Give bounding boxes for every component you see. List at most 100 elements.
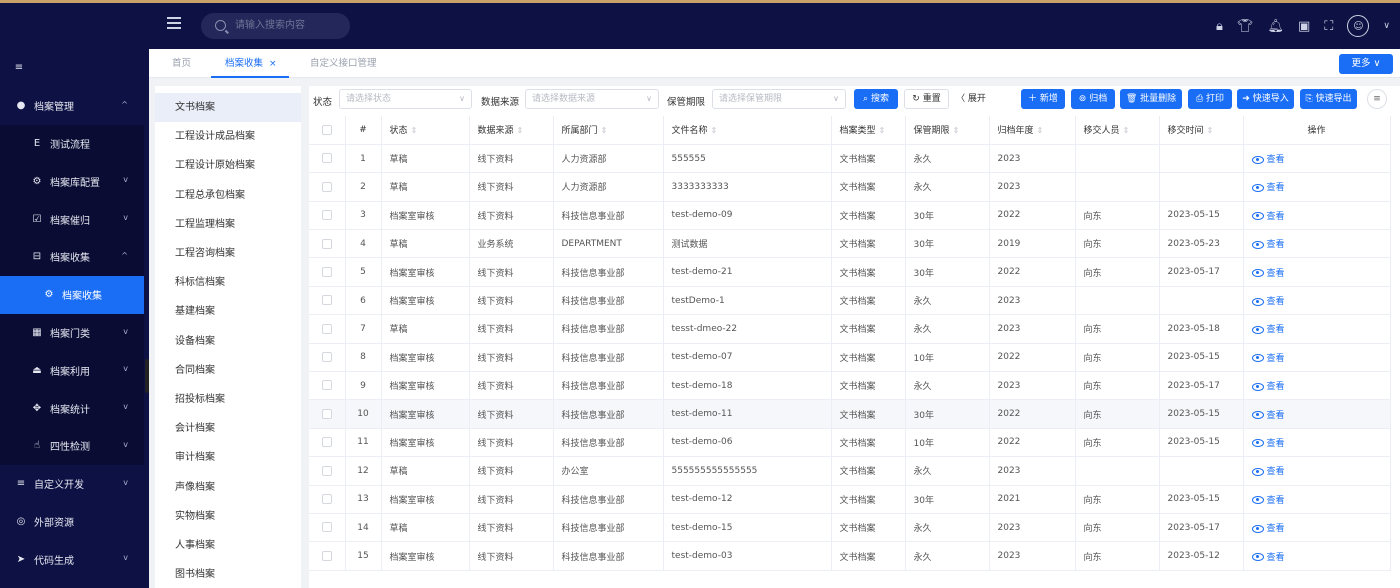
col-archive-type[interactable]: 档案类型 ⇕: [831, 116, 906, 145]
add-button[interactable]: ＋ 新增: [1021, 89, 1065, 109]
sidebar-item-9[interactable]: ☝ 四性检测 v: [0, 426, 144, 465]
row-checkbox[interactable]: [309, 399, 346, 429]
sidebar-item-2[interactable]: ⚙ 档案库配置 v: [0, 162, 144, 201]
table-row[interactable]: 9 档案室审核 线下资料 科技信息事业部 test-demo-18 文书档案 永久 2023 向…: [309, 371, 1391, 401]
view-button[interactable]: 查看: [1243, 257, 1391, 287]
row-checkbox[interactable]: [309, 371, 346, 401]
view-button[interactable]: 查看: [1243, 201, 1391, 231]
status-select[interactable]: 请选择状态 ∨: [339, 89, 472, 109]
view-button[interactable]: 查看: [1243, 286, 1391, 316]
fullscreen-icon[interactable]: ⛶: [1324, 19, 1333, 34]
category-item[interactable]: 合同档案: [155, 356, 301, 385]
source-select[interactable]: 请选择数据来源 ∨: [525, 89, 659, 109]
archive-button[interactable]: ⊚ 归档: [1071, 89, 1115, 109]
row-checkbox[interactable]: [309, 172, 346, 202]
row-checkbox[interactable]: [309, 144, 346, 174]
category-item[interactable]: 招投标档案: [155, 385, 301, 414]
category-item[interactable]: 工程监理档案: [155, 210, 301, 239]
category-item[interactable]: 人事档案: [155, 531, 301, 560]
row-checkbox[interactable]: [309, 201, 346, 231]
sidebar-item-11[interactable]: ◎ 外部资源: [0, 503, 144, 541]
table-row[interactable]: 1 草稿 线下资料 人力资源部 555555 文书档案 永久 2023 查看: [309, 144, 1391, 174]
view-button[interactable]: 查看: [1243, 428, 1391, 458]
category-item[interactable]: 会计档案: [155, 414, 301, 443]
more-button[interactable]: 更多 ∨: [1339, 54, 1393, 74]
view-button[interactable]: 查看: [1243, 541, 1391, 571]
category-item[interactable]: 工程设计原始档案: [155, 151, 301, 180]
global-search-input[interactable]: 请输入搜索内容: [201, 13, 350, 39]
shirt-icon[interactable]: 👕︎: [1237, 19, 1254, 34]
period-select[interactable]: 请选择保管期限 ∨: [712, 89, 846, 109]
lock-icon[interactable]: 🔒︎: [1216, 19, 1223, 34]
category-item[interactable]: 工程设计成品档案: [155, 122, 301, 151]
row-checkbox[interactable]: [309, 314, 346, 344]
category-item[interactable]: 文书档案: [155, 93, 301, 122]
tab-custom-api[interactable]: 自定义接口管理: [310, 49, 377, 78]
menu-toggle-icon[interactable]: [167, 17, 181, 29]
print-button[interactable]: ⎙ 打印: [1188, 89, 1232, 109]
sidebar-item-0[interactable]: ● 档案管理 ^: [0, 87, 144, 125]
sidebar-item-7[interactable]: ⏏ 档案利用 v: [0, 351, 144, 390]
close-icon[interactable]: ×: [269, 59, 277, 69]
sidebar-item-1[interactable]: E 测试流程: [0, 124, 144, 163]
category-item[interactable]: 声像档案: [155, 473, 301, 502]
col-source[interactable]: 数据来源 ⇕: [469, 116, 554, 145]
table-row[interactable]: 6 档案室审核 线下资料 科技信息事业部 testDemo-1 文书档案 永久 2023 查看: [309, 286, 1391, 316]
column-settings-icon[interactable]: ≡: [1367, 89, 1387, 109]
category-item[interactable]: 科标信档案: [155, 268, 301, 297]
expand-button[interactable]: 〈 展开: [956, 89, 986, 109]
row-checkbox[interactable]: [309, 541, 346, 571]
sidebar-item-8[interactable]: ✥ 档案统计 v: [0, 389, 144, 427]
table-row[interactable]: 2 草稿 线下资料 人力资源部 3333333333 文书档案 永久 2023 查看: [309, 172, 1391, 202]
row-checkbox[interactable]: [309, 286, 346, 316]
table-row[interactable]: 3 档案室审核 线下资料 科技信息事业部 test-demo-09 文书档案 30年 2022…: [309, 201, 1391, 231]
row-checkbox[interactable]: [309, 257, 346, 287]
view-button[interactable]: 查看: [1243, 513, 1391, 543]
category-item[interactable]: 设备档案: [155, 327, 301, 356]
view-button[interactable]: 查看: [1243, 456, 1391, 486]
chevron-down-icon[interactable]: ∨: [1383, 21, 1390, 31]
row-checkbox[interactable]: [309, 456, 346, 486]
col-status[interactable]: 状态 ⇕: [381, 116, 470, 145]
view-button[interactable]: 查看: [1243, 343, 1391, 373]
table-row[interactable]: 10 档案室审核 线下资料 科技信息事业部 test-demo-11 文书档案 30年 202…: [309, 399, 1391, 429]
table-row[interactable]: 4 草稿 业务系统 DEPARTMENT 测试数据 文书档案 30年 2019 向东 2023-0…: [309, 229, 1391, 259]
col-year[interactable]: 归档年度 ⇕: [989, 116, 1076, 145]
view-button[interactable]: 查看: [1243, 172, 1391, 202]
avatar-icon[interactable]: ☺: [1347, 15, 1370, 37]
category-item[interactable]: 图书档案: [155, 560, 301, 588]
select-all-checkbox[interactable]: [309, 116, 346, 145]
view-button[interactable]: 查看: [1243, 399, 1391, 429]
sidebar-item-10[interactable]: ≡ 自定义开发 v: [0, 465, 144, 503]
table-row[interactable]: 13 档案室审核 线下资料 科技信息事业部 test-demo-12 文书档案 30年 202…: [309, 485, 1391, 514]
view-button[interactable]: 查看: [1243, 229, 1391, 259]
row-checkbox[interactable]: [309, 343, 346, 373]
category-item[interactable]: 工程咨询档案: [155, 239, 301, 268]
view-button[interactable]: 查看: [1243, 314, 1391, 344]
table-row[interactable]: 11 档案室审核 线下资料 科技信息事业部 test-demo-06 文书档案 10年 202…: [309, 428, 1391, 458]
row-checkbox[interactable]: [309, 428, 346, 458]
table-row[interactable]: 8 档案室审核 线下资料 科技信息事业部 test-demo-07 文书档案 10年 2022…: [309, 343, 1391, 373]
quick-import-button[interactable]: ➜ 快速导入: [1237, 89, 1294, 109]
col-transferor[interactable]: 移交人员 ⇕: [1075, 116, 1160, 145]
table-row[interactable]: 15 档案室审核 线下资料 科技信息事业部 test-demo-03 文书档案 永久 2023…: [309, 541, 1391, 571]
table-row[interactable]: 7 草稿 线下资料 科技信息事业部 tesst-dmeo-22 文书档案 永久 2023 向东 2…: [309, 314, 1391, 344]
category-item[interactable]: 实物档案: [155, 502, 301, 531]
view-button[interactable]: 查看: [1243, 485, 1391, 514]
sidebar-item-3[interactable]: ☑ 档案催归 v: [0, 200, 144, 238]
tab-home[interactable]: 首页: [172, 49, 191, 78]
col-file-name[interactable]: 文件名称 ⇕: [663, 116, 832, 145]
category-item[interactable]: 工程总承包档案: [155, 181, 301, 210]
row-checkbox[interactable]: [309, 485, 346, 514]
table-row[interactable]: 12 草稿 线下资料 办公室 555555555555555 文书档案 永久 2023 查看: [309, 456, 1391, 486]
table-row[interactable]: 14 草稿 线下资料 科技信息事业部 test-demo-15 文书档案 永久 2023 向东 2…: [309, 513, 1391, 543]
col-retention[interactable]: 保管期限 ⇕: [905, 116, 990, 145]
translate-icon[interactable]: ▣: [1298, 19, 1310, 34]
category-item[interactable]: 审计档案: [155, 443, 301, 472]
batch-delete-button[interactable]: 🗑︎ 批量删除: [1120, 89, 1182, 109]
table-row[interactable]: 5 档案室审核 线下资料 科技信息事业部 test-demo-21 文书档案 30年 2022…: [309, 257, 1391, 287]
sidebar-item-4[interactable]: ⊟ 档案收集 ^: [0, 237, 144, 276]
sidebar-item-12[interactable]: ➤ 代码生成 v: [0, 540, 144, 578]
sidebar-resize-handle[interactable]: [144, 49, 149, 588]
col-transfer-time[interactable]: 移交时间 ⇕: [1159, 116, 1244, 145]
